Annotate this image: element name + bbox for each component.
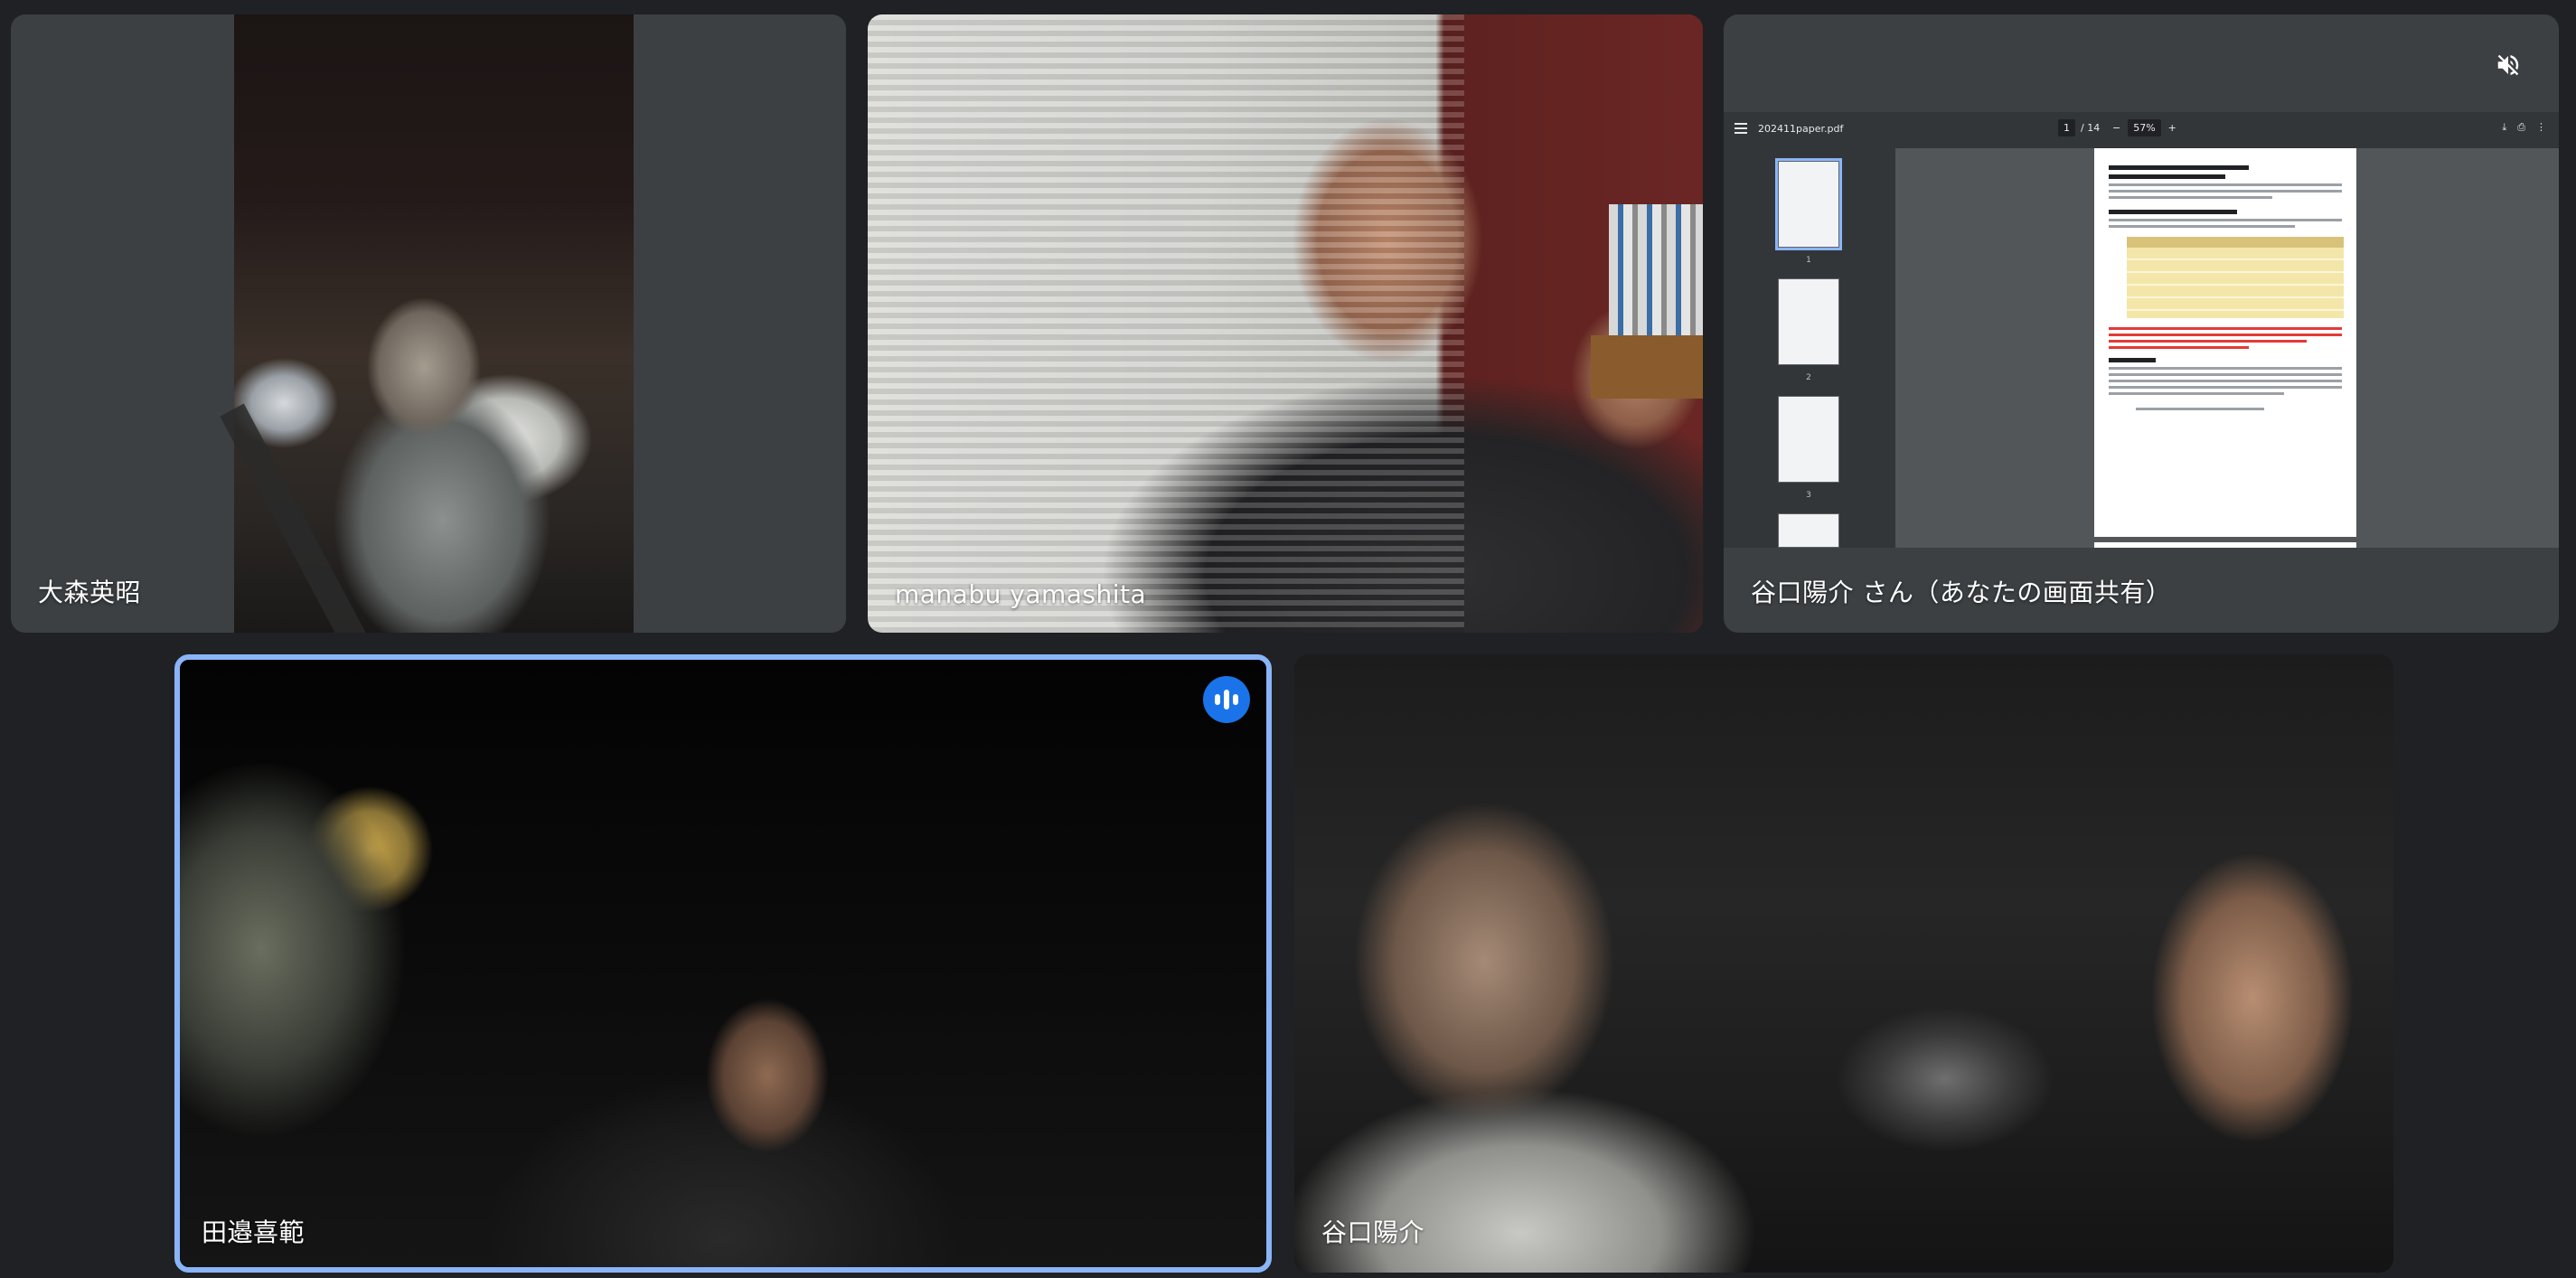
pdf-thumbnails: 1 2 3: [1724, 148, 1895, 548]
participant-video: [1294, 654, 2393, 1273]
zoom-in-icon: +: [2167, 122, 2176, 134]
page-indicator: 1 / 14: [2058, 119, 2100, 136]
mic-muted-icon-svg: [2497, 54, 2519, 76]
thumbnail-number: 3: [1806, 491, 1811, 500]
pdf-thumbnail: 2: [1778, 278, 1839, 382]
participant-name: 谷口陽介: [1321, 1217, 1425, 1247]
video-detail: [868, 14, 1464, 633]
participant-tile-omori[interactable]: 大森英昭: [11, 14, 846, 633]
participant-video: [180, 660, 1266, 1267]
participant-tile-tanabe[interactable]: 田邉喜範: [174, 654, 1272, 1273]
mic-muted-icon: [2485, 42, 2532, 89]
menu-icon: [1735, 123, 1747, 136]
participant-tile-taniguchi[interactable]: 谷口陽介: [1294, 654, 2393, 1273]
page-current: 1: [2058, 119, 2075, 136]
print-icon: ⎙: [2517, 121, 2525, 133]
pdf-thumbnail: 1: [1775, 158, 1842, 265]
zoom-level: 57%: [2128, 119, 2161, 136]
thumbnail-number: 2: [1806, 373, 1811, 382]
pdf-toolbar: 202411paper.pdf 1 / 14 − 57% + ⤓ ⎙ ⋮: [1724, 112, 2559, 148]
participant-name: 大森英昭: [38, 578, 142, 607]
page-total: / 14: [2081, 122, 2101, 134]
thumbnail-number: 1: [1806, 256, 1811, 265]
zoom-out-icon: −: [2112, 122, 2121, 134]
pdf-thumbnail: 3: [1778, 396, 1839, 500]
participant-name: 田邉喜範: [202, 1217, 306, 1247]
video-detail: [1591, 335, 1703, 399]
video-detail: [1609, 204, 1703, 340]
download-icon: ⤓: [2502, 121, 2507, 133]
audio-level-icon: [1203, 676, 1250, 723]
more-icon: ⋮: [2536, 121, 2546, 133]
pdf-page-next: [2094, 542, 2356, 548]
participant-tile-yamashita[interactable]: manabu yamashita: [868, 14, 1703, 633]
shared-screen: 202411paper.pdf 1 / 14 − 57% + ⤓ ⎙ ⋮ 1 2: [1724, 112, 2559, 548]
screen-share-tile[interactable]: 202411paper.pdf 1 / 14 − 57% + ⤓ ⎙ ⋮ 1 2: [1724, 14, 2559, 633]
pdf-filename: 202411paper.pdf: [1758, 123, 1844, 135]
participant-name: 谷口陽介 さん（あなたの画面共有）: [1751, 578, 2172, 607]
participant-name: manabu yamashita: [895, 579, 1147, 609]
zoom-control: − 57% +: [2112, 119, 2176, 136]
pdf-page: [2094, 148, 2356, 537]
pdf-tools: ⤓ ⎙ ⋮: [2502, 121, 2546, 134]
pdf-thumbnail: [1778, 513, 1839, 548]
